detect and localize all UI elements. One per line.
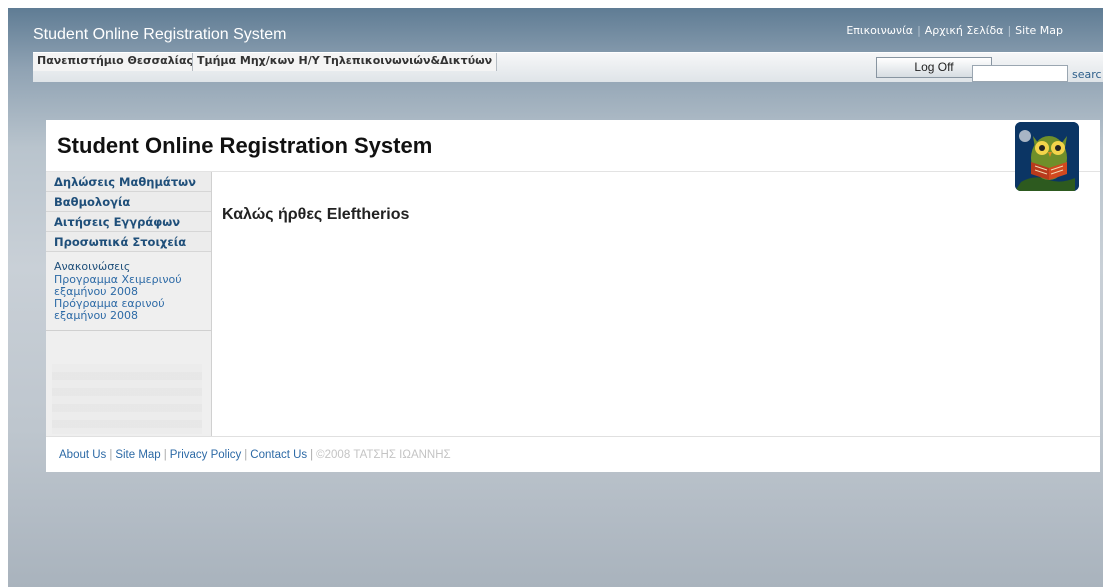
faded-sidebar-block (52, 364, 202, 434)
top-tab-bar: Πανεπιστήμιο Θεσσαλίας Τμήμα Μηχ/κων Η/Υ… (33, 52, 1103, 82)
page-title: Student Online Registration System (57, 133, 433, 158)
footer-links: About Us | Site Map | Privacy Policy | Contact… (59, 449, 451, 461)
app-title: Student Online Registration System (33, 26, 287, 43)
tab-department[interactable]: Τμήμα Μηχ/κων Η/Υ Τηλεπικοινωνιών&Δικτύω… (192, 53, 498, 71)
search-link[interactable]: searc (1072, 68, 1102, 81)
separator: | (1007, 24, 1012, 37)
top-link-contact[interactable]: Επικοινωνία (846, 24, 913, 37)
copyright: ©2008 ΤΑΤΣΗΣ ΙΩΑΝΝΗΣ (316, 449, 451, 461)
separator: | (917, 24, 921, 37)
sidebar-item-course-declarations[interactable]: Δηλώσεις Μαθημάτων (46, 172, 211, 192)
footer-link-about[interactable]: About Us (59, 449, 106, 461)
separator: | (310, 449, 314, 461)
separator: | (244, 449, 248, 461)
sidebar: Δηλώσεις Μαθημάτων Βαθμολογία Αιτήσεις Ε… (46, 172, 212, 436)
footer-link-contact[interactable]: Contact Us (250, 449, 307, 461)
search-input[interactable] (972, 65, 1068, 82)
sidebar-item-document-requests[interactable]: Αιτήσεις Εγγράφων (46, 212, 211, 232)
top-links: Επικοινωνία | Αρχική Σελίδα | Site Map (846, 24, 1063, 37)
main-card: Student Online Registration System Δηλώσ… (46, 120, 1100, 472)
separator: | (109, 449, 113, 461)
announcement-link-spring[interactable]: Πρόγραμμα εαρινού εξαμήνου 2008 (54, 298, 205, 322)
tab-university[interactable]: Πανεπιστήμιο Θεσσαλίας (33, 53, 199, 71)
top-link-sitemap[interactable]: Site Map (1015, 24, 1063, 37)
owl-reading-book-icon (1015, 122, 1079, 191)
announcement-link-winter[interactable]: Προγραμμα Χειμερινού εξαμήνου 2008 (54, 274, 205, 298)
sidebar-item-grades[interactable]: Βαθμολογία (46, 192, 211, 212)
footer: About Us | Site Map | Privacy Policy | Contact… (46, 436, 1100, 472)
announcements-title: Ανακοινώσεις (54, 260, 131, 273)
welcome-message: Καλώς ήρθες Eleftherios (222, 206, 410, 223)
footer-link-sitemap[interactable]: Site Map (115, 449, 160, 461)
footer-link-privacy[interactable]: Privacy Policy (170, 449, 242, 461)
top-link-home[interactable]: Αρχική Σελίδα (925, 24, 1004, 37)
announcements: Ανακοινώσεις Προγραμμα Χειμερινού εξαμήν… (46, 252, 211, 331)
sidebar-item-personal-info[interactable]: Προσωπικά Στοιχεία (46, 232, 211, 252)
separator: | (163, 449, 167, 461)
card-header: Student Online Registration System (46, 120, 1100, 172)
